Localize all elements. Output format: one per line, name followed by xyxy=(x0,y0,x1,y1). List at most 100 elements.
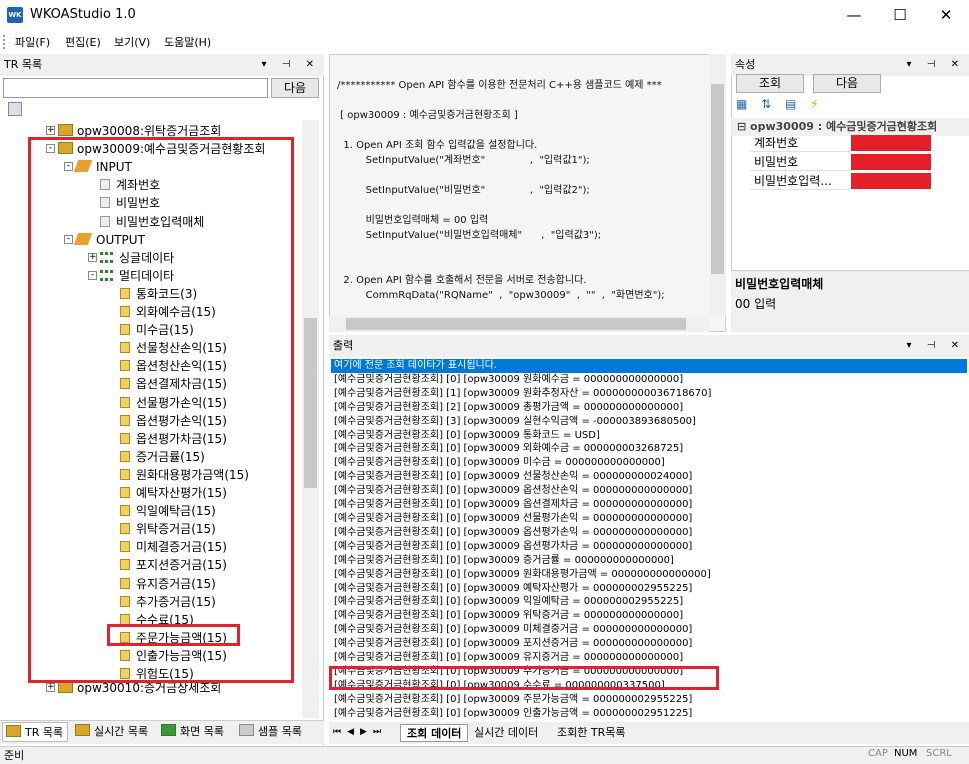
tr-search-input[interactable] xyxy=(3,78,268,98)
code-line: /*********** Open API 함수를 이용한 전문처리 C++용 … xyxy=(337,80,662,91)
code-line: SetInputValue("비밀번호" , "입력값2"); xyxy=(337,185,590,196)
highlight-box-order-amount-output xyxy=(329,666,719,690)
prop-account-value[interactable] xyxy=(851,135,931,151)
tr-list-header: TR 목록 ▾ ⊣ ✕ xyxy=(0,54,324,76)
expand-icon[interactable]: + xyxy=(46,126,55,135)
code-line: 비밀번호입력매체 = 00 입력 xyxy=(337,215,489,226)
output-line[interactable]: [예수금및증거금현황조회] [0] [opw30009 예탁자산평가 = 000… xyxy=(331,582,967,596)
output-line[interactable]: [예수금및증거금현황조회] [0] [opw30009 옵션결제차금 = 000… xyxy=(331,498,967,512)
code-line: 2. Open API 함수를 호출해서 전문을 서버로 전송합니다. xyxy=(337,275,587,286)
minimize-button[interactable]: — xyxy=(831,0,877,31)
menu-file[interactable]: 파일(F) xyxy=(15,34,50,50)
output-line[interactable]: [예수금및증거금현황조회] [3] [opw30009 실현수익금액 = -00… xyxy=(331,415,967,429)
property-section[interactable]: ⊟ opw30009 : 예수금및증거금현황조회 xyxy=(731,118,969,136)
tab-screen-list[interactable]: 화면 목록 xyxy=(158,722,224,742)
output-line[interactable]: [예수금및증거금현황조회] [0] [opw30009 미체결증거금 = 000… xyxy=(331,623,967,637)
output-line[interactable]: 여기에 전문 조회 데이타가 표시됩니다. xyxy=(331,359,967,373)
output-line[interactable]: [예수금및증거금현황조회] [0] [opw30009 미수금 = 000000… xyxy=(331,456,967,470)
status-scrl: SCRL xyxy=(926,748,952,759)
menu-help[interactable]: 도움말(H) xyxy=(164,34,211,50)
tab-sample-list[interactable]: 샘플 목록 xyxy=(236,722,302,742)
output-line[interactable]: [예수금및증거금현황조회] [0] [opw30009 선물평가손익 = 000… xyxy=(331,512,967,526)
output-line[interactable]: [예수금및증거금현황조회] [0] [opw30009 유지증거금 = 0000… xyxy=(331,651,967,665)
window-title: WKOAStudio 1.0 xyxy=(30,7,136,22)
output-header: 출력 ▾ ⊣ ✕ xyxy=(329,335,969,357)
output-line[interactable]: [예수금및증거금현황조회] [0] [opw30009 선물청산손익 = 000… xyxy=(331,470,967,484)
properties-title: 속성 xyxy=(735,58,756,71)
prop-next-button[interactable]: 다음 xyxy=(813,74,881,93)
property-description: 비밀번호입력매체 00 입력 xyxy=(731,270,969,332)
highlight-box-tr xyxy=(28,137,294,683)
output-line[interactable]: [예수금및증거금현황조회] [0] [opw30009 외화예수금 = 0000… xyxy=(331,442,967,456)
query-button[interactable]: 조회 xyxy=(736,74,804,93)
panel-pin-close-icons[interactable]: ▾ ⊣ ✕ xyxy=(907,54,965,76)
code-hscrollbar-thumb[interactable] xyxy=(346,318,686,330)
output-line[interactable]: [예수금및증거금현황조회] [0] [opw30009 원화대용평가금액 = 0… xyxy=(331,568,967,582)
tree-node-label: opw30010:증거금상세조회 xyxy=(77,681,222,695)
property-desc-title: 비밀번호입력매체 xyxy=(735,277,824,291)
output-line[interactable]: [예수금및증거금현황조회] [0] [opw30009 증거금률 = 00000… xyxy=(331,554,967,568)
property-toolbar-icons[interactable]: ▦ ⇅ ▤ ⚡ xyxy=(736,97,824,111)
menu-edit[interactable]: 편집(E) xyxy=(65,34,101,50)
panel-pin-close-icons[interactable]: ▾ ⊣ ✕ xyxy=(907,335,965,357)
output-line[interactable]: [예수금및증거금현황조회] [0] [opw30009 통화코드 = USD] xyxy=(331,429,967,443)
properties-header: 속성 ▾ ⊣ ✕ xyxy=(731,54,969,76)
panel-pin-close-icons[interactable]: ▾ ⊣ ✕ xyxy=(262,54,320,76)
output-line[interactable]: [예수금및증거금현황조회] [0] [opw30009 옵션평가손익 = 000… xyxy=(331,526,967,540)
tr-list-tab-icon xyxy=(6,725,21,737)
close-button[interactable]: ✕ xyxy=(923,0,969,31)
output-line[interactable]: [예수금및증거금현황조회] [0] [opw30009 옵션청산손익 = 000… xyxy=(331,484,967,498)
output-line[interactable]: [예수금및증거금현황조회] [0] [opw30009 옵션평가차금 = 000… xyxy=(331,540,967,554)
expand-icon[interactable]: + xyxy=(46,683,55,692)
title-bar xyxy=(0,0,969,31)
prop-account-label: 계좌번호 xyxy=(750,135,850,152)
prop-password-value[interactable] xyxy=(851,154,931,170)
screen-tab-icon xyxy=(161,724,176,736)
output-line[interactable]: [예수금및증거금현황조회] [0] [opw30009 위탁증거금 = 0000… xyxy=(331,609,967,623)
output-line[interactable]: [예수금및증거금현황조회] [0] [opw30009 익일예탁금 = 0000… xyxy=(331,595,967,609)
tab-tr-list-label: TR 목록 xyxy=(25,726,64,739)
menu-view[interactable]: 보기(V) xyxy=(114,34,150,50)
code-line: SetInputValue("계좌번호" , "입력값1"); xyxy=(337,155,590,166)
status-cap: CAP xyxy=(868,748,888,759)
tr-next-button[interactable]: 다음 xyxy=(271,78,319,98)
output-title: 출력 xyxy=(333,339,354,352)
realtime-tab-icon xyxy=(75,724,90,736)
output-line[interactable]: [예수금및증거금현황조회] [2] [opw30009 총평가금액 = 0000… xyxy=(331,401,967,415)
prop-pw-media-label: 비밀번호입력... xyxy=(750,173,850,190)
output-line[interactable]: [예수금및증거금현황조회] [0] [opw30009 인출가능금액 = 000… xyxy=(331,707,967,717)
code-scrollbar-thumb[interactable] xyxy=(711,84,724,274)
tab-nav-arrows[interactable]: ⏮◀▶⏭ xyxy=(333,727,387,737)
code-line: SetInputValue("비밀번호입력매체" , "입력값3"); xyxy=(337,230,602,241)
tab-queried-tr-list[interactable]: 조회한 TR목록 xyxy=(557,724,625,742)
collapse-icon: ⊟ xyxy=(737,120,751,133)
sample-tab-icon xyxy=(239,724,254,736)
sample-code[interactable]: /*********** Open API 함수를 이용한 전문처리 C++용 … xyxy=(337,78,707,303)
property-section-label: opw30009 : 예수금및증거금현황조회 xyxy=(750,120,938,133)
output-list[interactable]: 여기에 전문 조회 데이타가 표시됩니다. [예수금및증거금현황조회] [0] [… xyxy=(331,359,967,717)
code-line: [ opw30009 : 예수금및증거금현황조회 ] xyxy=(337,110,518,121)
tree-toolbar-icon[interactable] xyxy=(8,102,22,116)
prop-pw-media-value[interactable] xyxy=(851,173,931,189)
output-line[interactable]: [예수금및증거금현황조회] [0] [opw30009 원화예수금 = 0000… xyxy=(331,373,967,387)
tree-node-label: opw30008:위탁증거금조회 xyxy=(77,124,222,138)
status-num: NUM xyxy=(894,748,918,759)
output-line[interactable]: [예수금및증거금현황조회] [1] [opw30009 원화추정자산 = 000… xyxy=(331,387,967,401)
app-icon: WK xyxy=(7,7,23,23)
maximize-button[interactable]: ☐ xyxy=(877,0,923,31)
tab-realtime-list[interactable]: 실시간 목록 xyxy=(72,722,148,742)
tab-query-data[interactable]: 조회 데이터 xyxy=(400,724,469,742)
folder-icon xyxy=(58,124,73,136)
tab-tr-list[interactable]: TR 목록 xyxy=(2,722,68,742)
output-line[interactable]: [예수금및증거금현황조회] [0] [opw30009 포지션증거금 = 000… xyxy=(331,637,967,651)
status-bar xyxy=(0,746,969,764)
tab-realtime-data[interactable]: 실시간 데이터 xyxy=(474,724,538,742)
tr-list-title: TR 목록 xyxy=(4,58,43,71)
tree-scrollbar-thumb[interactable] xyxy=(304,318,317,488)
output-line[interactable]: [예수금및증거금현황조회] [0] [opw30009 주문가능금액 = 000… xyxy=(331,693,967,707)
